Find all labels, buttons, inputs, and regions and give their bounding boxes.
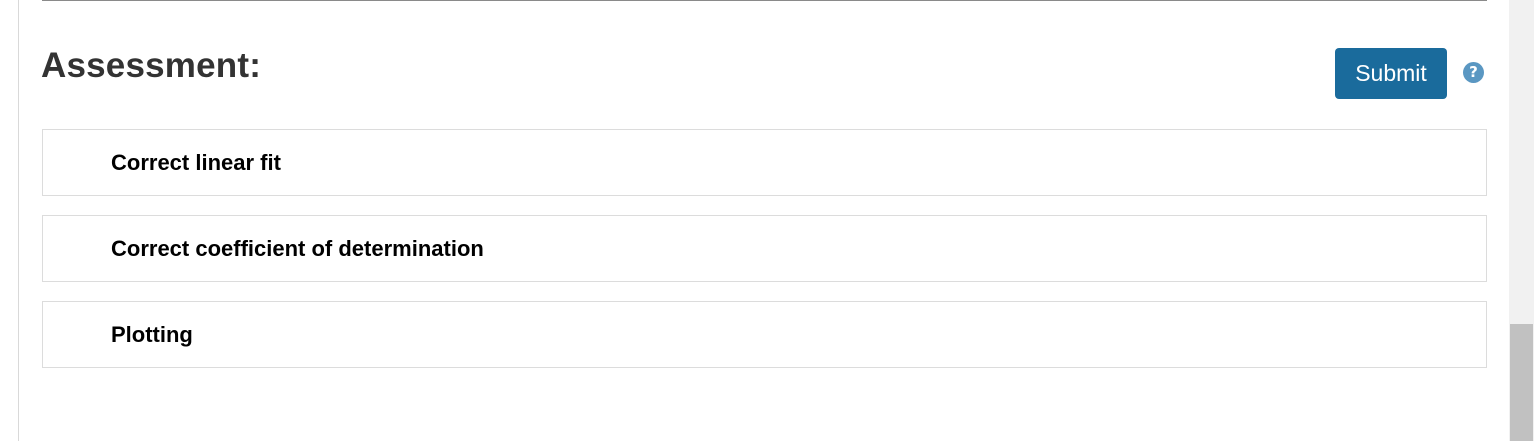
content-left-border: [18, 0, 19, 441]
help-icon[interactable]: ?: [1463, 62, 1484, 83]
assessment-page: Assessment: Submit ? Correct linear fit …: [0, 0, 1534, 441]
criterion-label: Correct coefficient of determination: [111, 235, 484, 261]
criterion-correct-coefficient-of-determination[interactable]: Correct coefficient of determination: [42, 215, 1487, 282]
criterion-correct-linear-fit[interactable]: Correct linear fit: [42, 129, 1487, 196]
criterion-label: Correct linear fit: [111, 149, 281, 175]
scrollbar-thumb[interactable]: [1510, 324, 1533, 441]
submit-button[interactable]: Submit: [1335, 48, 1447, 99]
assessment-heading: Assessment:: [41, 46, 262, 85]
criterion-label: Plotting: [111, 321, 193, 347]
criteria-list: Correct linear fit Correct coefficient o…: [42, 129, 1487, 387]
section-divider: [42, 0, 1487, 1]
criterion-plotting[interactable]: Plotting: [42, 301, 1487, 368]
